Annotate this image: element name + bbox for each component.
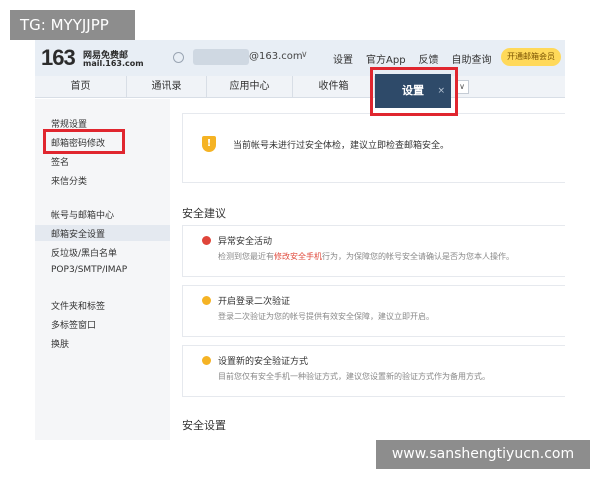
shield-warning-icon: ! [202, 136, 216, 152]
sidebar-item-skin[interactable]: 换肤 [51, 337, 69, 350]
annotation-box-password [43, 129, 125, 154]
security-notice-card: ! 当前帐号未进行过安全体检，建议立即检查邮箱安全。 [182, 113, 565, 183]
recommend-title: 设置新的安全验证方式 [218, 357, 309, 367]
watermark: www.sanshengtiyucn.com [376, 440, 590, 469]
recommend-desc: 登录二次验证为您的帐号提供有效安全保障，建议立即开启。 [218, 312, 434, 321]
recommend-desc: 检测到您最近有修改安全手机行为，为保障您的帐号安全请确认是否为您本人操作。 [218, 252, 514, 261]
tab-inbox[interactable]: 收件箱 [293, 76, 375, 98]
top-links: 设置 官方App 反馈 自助查询 [333, 51, 492, 66]
mail-window: 163 网易免费邮 mail.163.com @163.com ∨ 设置 官方A… [35, 40, 565, 440]
sidebar-item-mail-filter[interactable]: 来信分类 [51, 174, 87, 187]
vip-button[interactable]: 开通邮箱会员 [501, 48, 561, 66]
section-title-recommend: 安全建议 [182, 207, 226, 220]
recommend-desc: 目前您仅有安全手机一种验证方式，建议您设置新的验证方式作为备用方式。 [218, 372, 490, 381]
sidebar-item-signature[interactable]: 签名 [51, 155, 69, 168]
tab-home[interactable]: 首页 [35, 76, 127, 98]
security-main: ! 当前帐号未进行过安全体检，建议立即检查邮箱安全。 安全建议 异常安全活动 检… [170, 99, 565, 440]
sidebar-item-antispam[interactable]: 反垃圾/黑白名单 [51, 246, 117, 259]
tab-app-center[interactable]: 应用中心 [207, 76, 293, 98]
top-link-self-service[interactable]: 自助查询 [452, 51, 492, 66]
sidebar-item-multitab[interactable]: 多标签窗口 [51, 318, 96, 331]
tg-badge: TG: MYYJJPP [10, 10, 135, 40]
warning-icon [202, 296, 211, 305]
logo-number[interactable]: 163 [41, 45, 76, 71]
nav-bar: 首页 通讯录 应用中心 收件箱 [35, 76, 565, 98]
top-bar: 163 网易免费邮 mail.163.com @163.com ∨ 设置 官方A… [35, 40, 565, 76]
sidebar-item-security[interactable]: 邮箱安全设置 [51, 227, 105, 240]
alert-icon [202, 236, 211, 245]
annotation-box-settings-tab [370, 67, 458, 116]
recommend-item-verify-method[interactable]: 设置新的安全验证方式 目前您仅有安全手机一种验证方式，建议您设置新的验证方式作为… [182, 345, 565, 397]
account-name-blurred [193, 49, 249, 65]
sidebar-item-folders[interactable]: 文件夹和标签 [51, 299, 105, 312]
modify-phone-link[interactable]: 修改安全手机 [274, 252, 322, 261]
chevron-down-icon[interactable]: ∨ [301, 50, 308, 60]
section-title-settings: 安全设置 [182, 419, 226, 432]
logo-domain: mail.163.com [83, 59, 144, 68]
recommend-item-abnormal[interactable]: 异常安全活动 检测到您最近有修改安全手机行为，为保障您的帐号安全请确认是否为您本… [182, 225, 565, 277]
top-link-app[interactable]: 官方App [366, 51, 406, 66]
warning-icon [202, 356, 211, 365]
account-domain[interactable]: @163.com [249, 51, 303, 62]
recommend-title: 异常安全活动 [218, 237, 273, 247]
sidebar-item-account-center[interactable]: 帐号与邮箱中心 [51, 208, 114, 221]
sidebar-item-pop3[interactable]: POP3/SMTP/IMAP [51, 265, 127, 275]
top-link-settings[interactable]: 设置 [333, 51, 353, 66]
recommend-item-2fa[interactable]: 开启登录二次验证 登录二次验证为您的帐号提供有效安全保障，建议立即开启。 [182, 285, 565, 337]
account-avatar-icon[interactable] [173, 52, 184, 63]
recommend-title: 开启登录二次验证 [218, 297, 291, 307]
tab-contacts[interactable]: 通讯录 [127, 76, 207, 98]
security-notice-text: 当前帐号未进行过安全体检，建议立即检查邮箱安全。 [233, 141, 450, 151]
top-link-feedback[interactable]: 反馈 [419, 51, 439, 66]
